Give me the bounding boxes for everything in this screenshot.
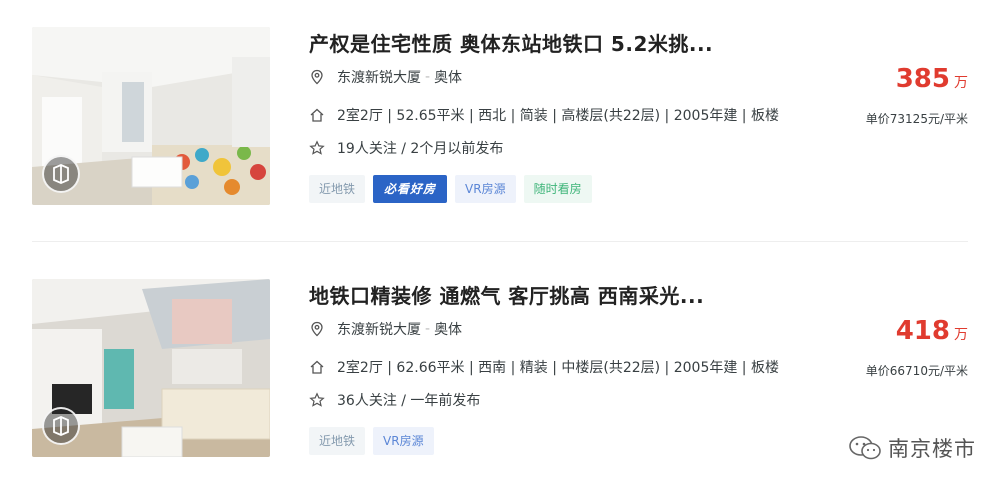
tag-list: 近地铁 必看好房 VR房源 随时看房 (309, 175, 592, 203)
wechat-icon (849, 436, 881, 460)
follow-info: 36人关注 / 一年前发布 (337, 393, 481, 409)
follow-info: 19人关注 / 2个月以前发布 (337, 141, 504, 157)
unit-price: 单价66710元/平米 (865, 364, 968, 378)
unit-price: 单价73125元/平米 (865, 112, 968, 126)
price-value: 418 (895, 316, 950, 346)
tag-vr: VR房源 (373, 427, 434, 455)
follow-row: 36人关注 / 一年前发布 (309, 390, 480, 410)
community-name[interactable]: 东渡新锐大厦 (337, 319, 421, 339)
listing-photo[interactable] (32, 27, 270, 205)
wechat-watermark: 南京楼市 (848, 433, 976, 463)
tag-must-see: 必看好房 (373, 175, 448, 203)
listing-title[interactable]: 地铁口精装修 通燃气 客厅挑高 西南采光... (309, 280, 704, 309)
house-info: 2室2厅 | 62.66平米 | 西南 | 精装 | 中楼层(共22层) | 2… (337, 360, 779, 376)
total-price: 418 万 (896, 316, 968, 346)
tag-near-subway: 近地铁 (309, 427, 366, 455)
separator: - (425, 321, 431, 337)
divider (32, 241, 968, 242)
location-pin-icon (311, 321, 323, 337)
star-icon (309, 140, 325, 155)
price-unit: 万 (954, 327, 968, 343)
location-row: 东渡新锐大厦 - 奥体 (309, 319, 462, 339)
tag-vr: VR房源 (455, 175, 516, 203)
house-info-row: 2室2厅 | 52.65平米 | 西北 | 简装 | 高楼层(共22层) | 2… (309, 105, 779, 125)
listing-title[interactable]: 产权是住宅性质 奥体东站地铁口 5.2米挑... (309, 28, 713, 57)
house-icon (310, 360, 324, 374)
community-name[interactable]: 东渡新锐大厦 (337, 67, 421, 87)
listing-photo[interactable] (32, 279, 270, 457)
watermark-text: 南京楼市 (888, 437, 976, 461)
house-info: 2室2厅 | 52.65平米 | 西北 | 简装 | 高楼层(共22层) | 2… (337, 108, 779, 124)
location-row: 东渡新锐大厦 - 奥体 (309, 67, 462, 87)
tag-anytime-viewing: 随时看房 (523, 175, 592, 203)
price-value: 385 (895, 64, 950, 94)
price-unit: 万 (954, 75, 968, 91)
area-name[interactable]: 奥体 (434, 67, 462, 87)
area-name[interactable]: 奥体 (434, 319, 462, 339)
separator: - (425, 69, 431, 85)
tag-list: 近地铁 VR房源 (309, 427, 434, 455)
vr-icon (42, 155, 80, 193)
star-icon (309, 392, 325, 407)
house-info-row: 2室2厅 | 62.66平米 | 西南 | 精装 | 中楼层(共22层) | 2… (309, 357, 779, 377)
follow-row: 19人关注 / 2个月以前发布 (309, 138, 503, 158)
total-price: 385 万 (896, 64, 968, 94)
tag-near-subway: 近地铁 (309, 175, 366, 203)
vr-icon (42, 407, 80, 445)
house-icon (310, 108, 324, 122)
listing-card[interactable]: 产权是住宅性质 奥体东站地铁口 5.2米挑... 东渡新锐大厦 - 奥体 2室2… (0, 0, 1000, 230)
location-pin-icon (311, 69, 323, 85)
